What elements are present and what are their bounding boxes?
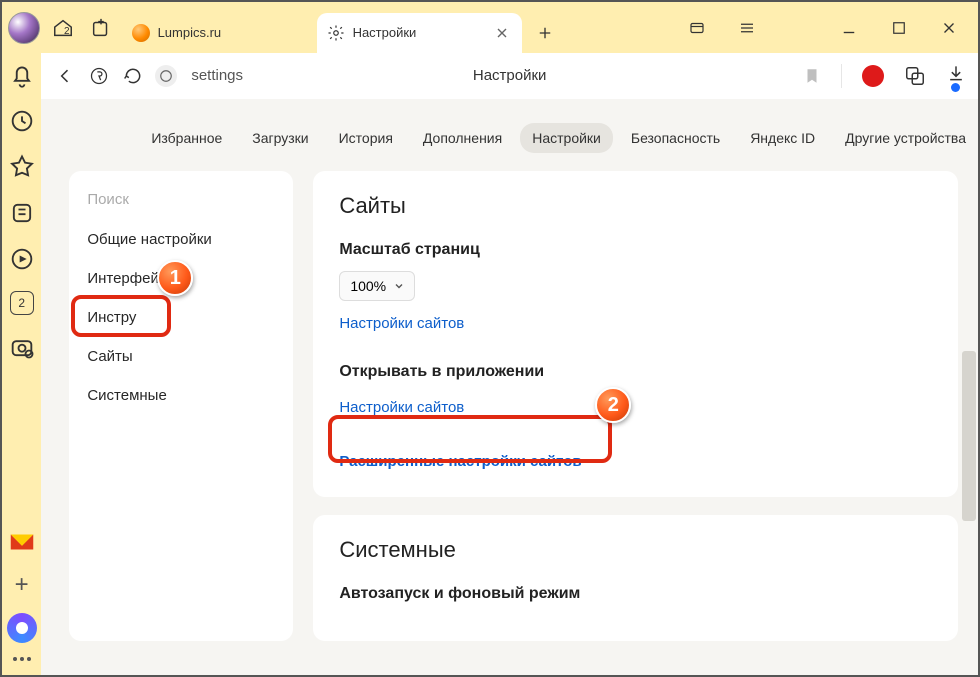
reload-icon[interactable] <box>121 64 145 88</box>
profile-avatar[interactable] <box>8 12 40 44</box>
sites-heading: Сайты <box>339 193 932 219</box>
settings-categories: Избранное Загрузки История Дополнения На… <box>41 99 978 171</box>
cat-yandex-id[interactable]: Яндекс ID <box>738 123 827 153</box>
scrollbar-thumb[interactable] <box>962 351 976 521</box>
side-general[interactable]: Общие настройки <box>69 220 293 259</box>
cat-settings[interactable]: Настройки <box>520 123 613 153</box>
scale-select[interactable]: 100% <box>339 271 415 301</box>
menu-icon[interactable] <box>738 19 756 37</box>
open-in-app-heading: Открывать в приложении <box>339 363 932 381</box>
cat-downloads[interactable]: Загрузки <box>240 123 320 153</box>
search-input[interactable]: Поиск <box>69 179 293 220</box>
site-info-icon[interactable] <box>155 65 177 87</box>
settings-side-nav: Поиск Общие настройки Интерфейс Инстру С… <box>69 171 293 641</box>
download-icon[interactable] <box>946 63 966 83</box>
cat-addons[interactable]: Дополнения <box>411 123 514 153</box>
home-icon[interactable] <box>48 13 78 43</box>
system-heading: Системные <box>339 537 932 563</box>
minimize-icon[interactable] <box>840 19 858 37</box>
side-tools[interactable]: Инстру <box>69 298 293 337</box>
back-icon[interactable] <box>53 64 77 88</box>
new-tab-button[interactable] <box>530 18 560 48</box>
side-system[interactable]: Системные <box>69 376 293 415</box>
add-window-icon[interactable] <box>86 13 116 43</box>
camera-search-icon[interactable] <box>8 333 36 361</box>
settings-panels: Сайты Масштаб страниц 100% Настройки сай… <box>313 171 958 641</box>
history-icon[interactable] <box>8 107 36 135</box>
chevron-down-icon <box>394 281 404 291</box>
tab-count: 2 <box>64 26 70 37</box>
close-icon[interactable] <box>496 27 508 39</box>
autostart-heading: Автозапуск и фоновый режим <box>339 585 932 603</box>
tab-label: Lumpics.ru <box>158 25 222 40</box>
collections-icon[interactable] <box>8 199 36 227</box>
scale-value: 100% <box>350 278 386 294</box>
more-icon[interactable] <box>13 657 31 661</box>
mail-icon[interactable] <box>7 527 37 557</box>
tab-lumpics[interactable]: Lumpics.ru <box>122 13 317 53</box>
maximize-icon[interactable] <box>890 19 908 37</box>
yandex-icon[interactable] <box>87 64 111 88</box>
url-text[interactable]: settings <box>191 67 243 84</box>
translate-icon[interactable] <box>904 65 926 87</box>
close-window-icon[interactable] <box>940 19 958 37</box>
scale-heading: Масштаб страниц <box>339 241 932 259</box>
star-icon[interactable] <box>8 153 36 181</box>
dock-icon[interactable] <box>688 19 706 37</box>
sites-card: Сайты Масштаб страниц 100% Настройки сай… <box>313 171 958 497</box>
play-icon[interactable] <box>8 245 36 273</box>
cat-favorites[interactable]: Избранное <box>139 123 234 153</box>
system-card: Системные Автозапуск и фоновый режим <box>313 515 958 641</box>
advanced-sites-link[interactable]: Расширенные настройки сайтов <box>339 453 581 470</box>
window-controls <box>688 19 958 37</box>
bell-icon[interactable] <box>8 61 36 89</box>
counter-icon[interactable]: 2 <box>10 291 34 315</box>
address-bar: settings Настройки <box>41 53 978 99</box>
cat-history[interactable]: История <box>327 123 405 153</box>
tab-label: Настройки <box>353 25 417 40</box>
alice-icon[interactable] <box>7 613 37 643</box>
bookmark-icon[interactable] <box>803 67 821 85</box>
cat-security[interactable]: Безопасность <box>619 123 732 153</box>
gear-icon <box>327 24 345 42</box>
side-rail: 2 + <box>2 53 41 675</box>
add-panel-icon[interactable]: + <box>15 571 29 599</box>
lumpics-favicon-icon <box>132 24 150 42</box>
download-badge-icon <box>951 83 960 92</box>
side-sites[interactable]: Сайты <box>69 337 293 376</box>
tab-settings[interactable]: Настройки <box>317 13 522 53</box>
cat-devices[interactable]: Другие устройства <box>833 123 978 153</box>
adblock-icon[interactable] <box>862 65 884 87</box>
titlebar: 2 Lumpics.ru Настройки <box>2 2 978 53</box>
sites-settings-link-2[interactable]: Настройки сайтов <box>339 399 464 416</box>
sites-settings-link-1[interactable]: Настройки сайтов <box>339 315 464 332</box>
page-title: Настройки <box>473 67 547 84</box>
